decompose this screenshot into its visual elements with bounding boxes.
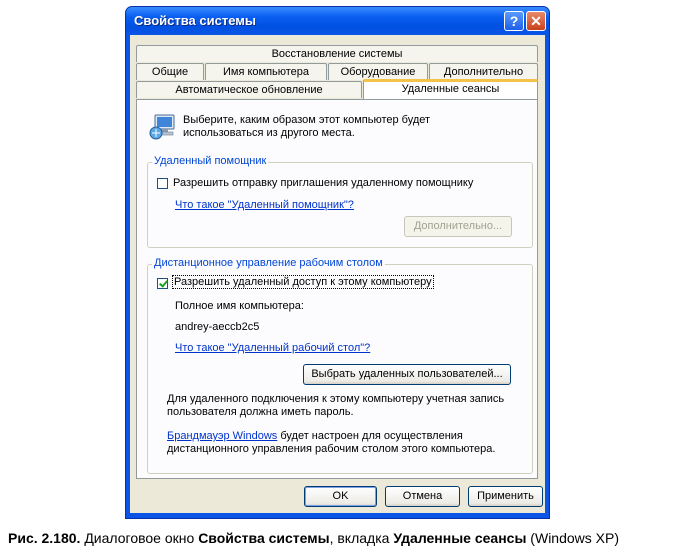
remote-assistance-checkbox-label[interactable]: Разрешить отправку приглашения удаленном… [173,177,473,189]
caption-bold-1: Свойства системы [198,530,330,546]
tab-automatic-updates[interactable]: Автоматическое обновление [136,81,362,98]
window-title: Свойства системы [134,13,256,28]
caption-prefix: Рис. 2.180. [8,530,81,546]
remote-assistance-checkbox[interactable] [157,178,168,189]
tab-hardware[interactable]: Оборудование [328,63,428,80]
tab-computer-name[interactable]: Имя компьютера [205,63,327,80]
tab-remote[interactable]: Удаленные сеансы [363,79,538,99]
figure-caption: Рис. 2.180. Диалоговое окно Свойства сис… [8,530,619,546]
remote-assistance-help-link[interactable]: Что такое "Удаленный помощник"? [175,199,354,211]
remote-assistance-title: Удаленный помощник [152,155,269,167]
advanced-button[interactable]: Дополнительно... [404,216,512,237]
dialog-client: Восстановление системы Общие Имя компьют… [130,35,545,513]
caption-text-1: Диалоговое окно [80,530,199,546]
caption-text-2: , вкладка [329,530,394,546]
tab-general[interactable]: Общие [136,63,204,80]
caption-text-3: (Windows XP) [526,530,619,546]
tab-system-restore[interactable]: Восстановление системы [136,45,538,62]
remote-desktop-checkbox[interactable] [157,278,168,289]
cancel-button[interactable]: Отмена [385,486,460,507]
firewall-note: Брандмауэр Windows будет настроен для ос… [167,430,527,456]
remote-computer-icon [149,114,175,140]
help-button[interactable]: ? [504,11,524,31]
full-name-label: Полное имя компьютера: [175,300,304,312]
computer-name-value: andrey-aeccb2c5 [175,321,260,333]
select-remote-users-button[interactable]: Выбрать удаленных пользователей... [303,364,511,385]
close-button[interactable]: ✕ [526,11,546,31]
remote-desktop-title: Дистанционное управление рабочим столом [152,257,385,269]
system-properties-window: Свойства системы ? ✕ Восстановление сист… [125,6,550,519]
caption-bold-2: Удаленные сеансы [393,530,527,546]
remote-desktop-checkbox-label[interactable]: Разрешить удаленный доступ к этому компь… [172,275,434,289]
tab-advanced[interactable]: Дополнительно [429,63,538,80]
apply-button[interactable]: Применить [468,486,543,507]
remote-tab-panel: Выберите, каким образом этот компьютер б… [136,99,538,479]
ok-button[interactable]: OK [304,486,377,507]
intro-text: Выберите, каким образом этот компьютер б… [183,114,431,139]
remote-desktop-help-link[interactable]: Что такое "Удаленный рабочий стол"? [175,342,370,354]
firewall-link[interactable]: Брандмауэр Windows [167,430,277,442]
password-note: Для удаленного подключения к этому компь… [167,393,505,418]
title-bar[interactable]: Свойства системы ? ✕ [126,7,549,35]
